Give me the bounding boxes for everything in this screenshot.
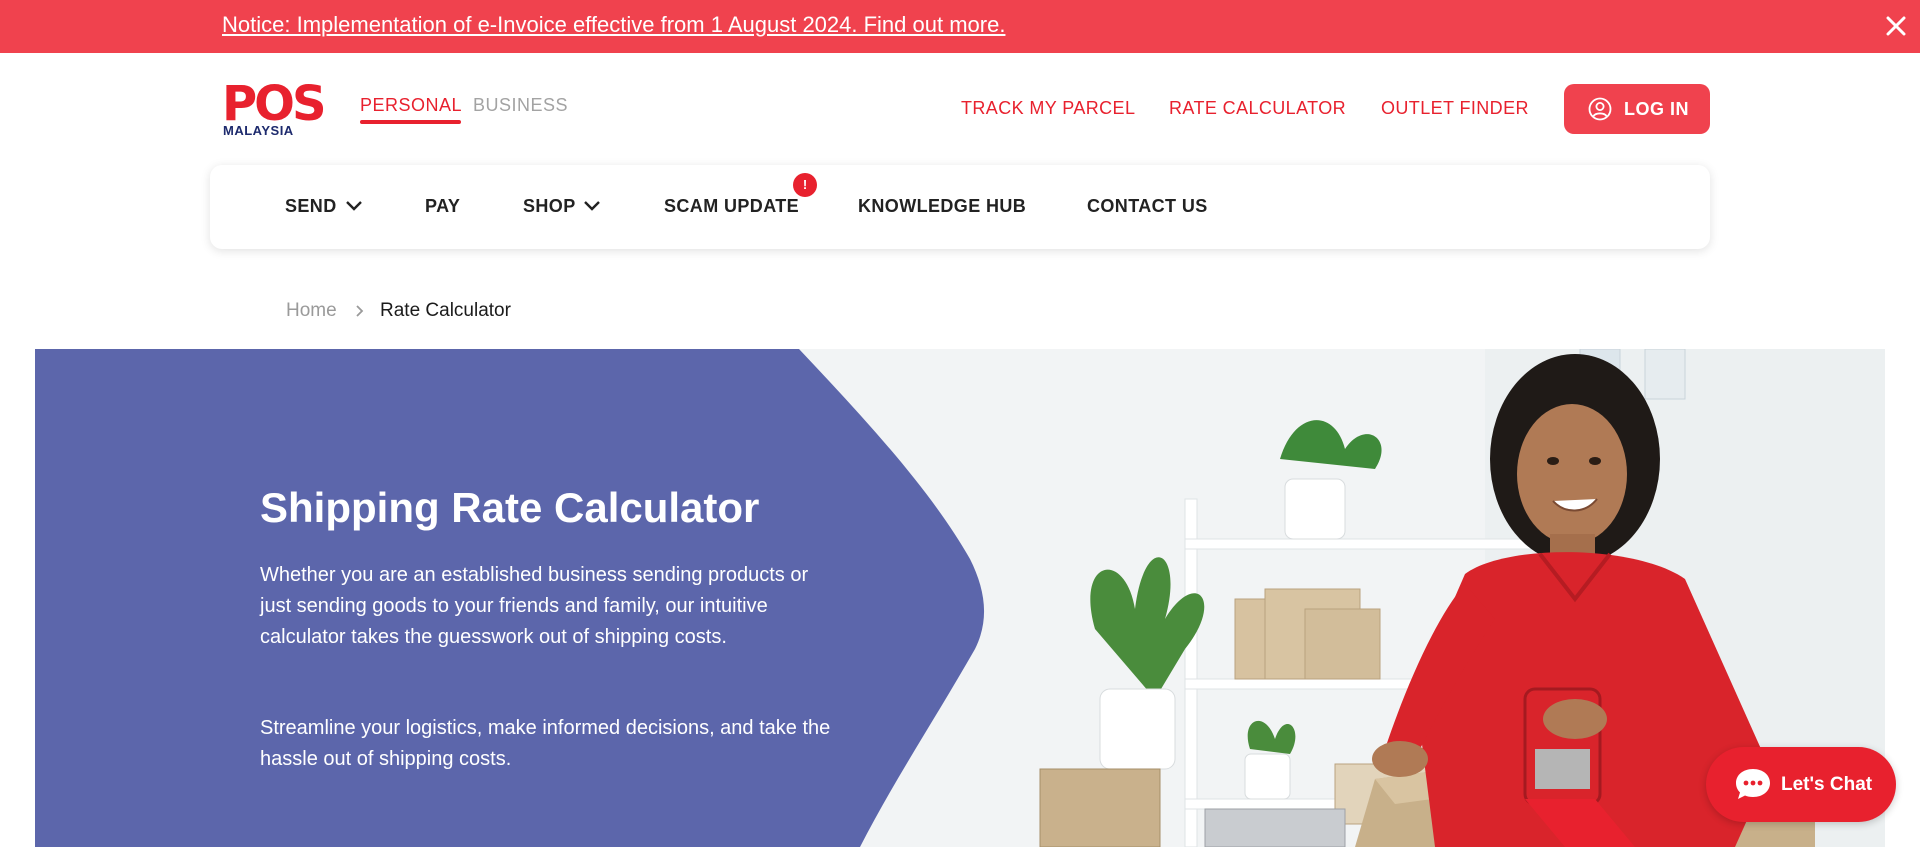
nav-shop[interactable]: SHOP <box>523 196 576 217</box>
chat-label: Let's Chat <box>1781 774 1873 795</box>
nav-scam-update[interactable]: SCAM UPDATE <box>664 196 799 217</box>
segment-personal[interactable]: PERSONAL <box>360 95 462 116</box>
nav-knowledge-hub[interactable]: KNOWLEDGE HUB <box>858 196 1026 217</box>
chat-button[interactable]: Let's Chat <box>1706 747 1896 822</box>
chevron-right-icon <box>352 302 368 320</box>
hero-description-secondary: Streamline your logistics, make informed… <box>260 717 831 770</box>
pos-malaysia-logo[interactable]: POS MALAYSIA <box>222 76 327 138</box>
alert-badge: ! <box>793 173 817 197</box>
outlet-finder-link[interactable]: OUTLET FINDER <box>1381 98 1529 119</box>
user-circle-icon <box>1588 97 1612 121</box>
logo-subtitle: MALAYSIA <box>223 123 294 138</box>
chevron-down-icon[interactable] <box>345 199 363 213</box>
main-nav: SEND PAY SHOP SCAM UPDATE ! KNOWLEDGE HU… <box>210 165 1710 249</box>
hero-description: Whether you are an established business … <box>260 564 809 648</box>
hero-banner: Shipping Rate Calculator Whether you are… <box>35 349 1885 847</box>
logo-wordmark: POS <box>222 76 327 132</box>
breadcrumb-home[interactable]: Home <box>286 300 337 322</box>
chat-bubble-icon <box>1734 767 1772 801</box>
nav-pay[interactable]: PAY <box>425 196 460 217</box>
close-icon[interactable] <box>1884 14 1908 38</box>
notice-link[interactable]: Notice: Implementation of e-Invoice effe… <box>222 12 1005 38</box>
segment-business[interactable]: BUSINESS <box>473 95 568 116</box>
login-label: LOG IN <box>1624 99 1689 119</box>
nav-send[interactable]: SEND <box>285 196 337 217</box>
notice-bar: Notice: Implementation of e-Invoice effe… <box>0 0 1920 53</box>
breadcrumb-current: Rate Calculator <box>380 300 511 321</box>
track-my-parcel-link[interactable]: TRACK MY PARCEL <box>961 98 1135 119</box>
nav-contact-us[interactable]: CONTACT US <box>1087 196 1208 217</box>
hero-title: Shipping Rate Calculator <box>260 484 760 531</box>
chevron-down-icon[interactable] <box>583 199 601 213</box>
login-button[interactable]: LOG IN <box>1564 84 1710 134</box>
segment-active-indicator <box>360 120 461 124</box>
rate-calculator-link[interactable]: RATE CALCULATOR <box>1169 98 1346 119</box>
